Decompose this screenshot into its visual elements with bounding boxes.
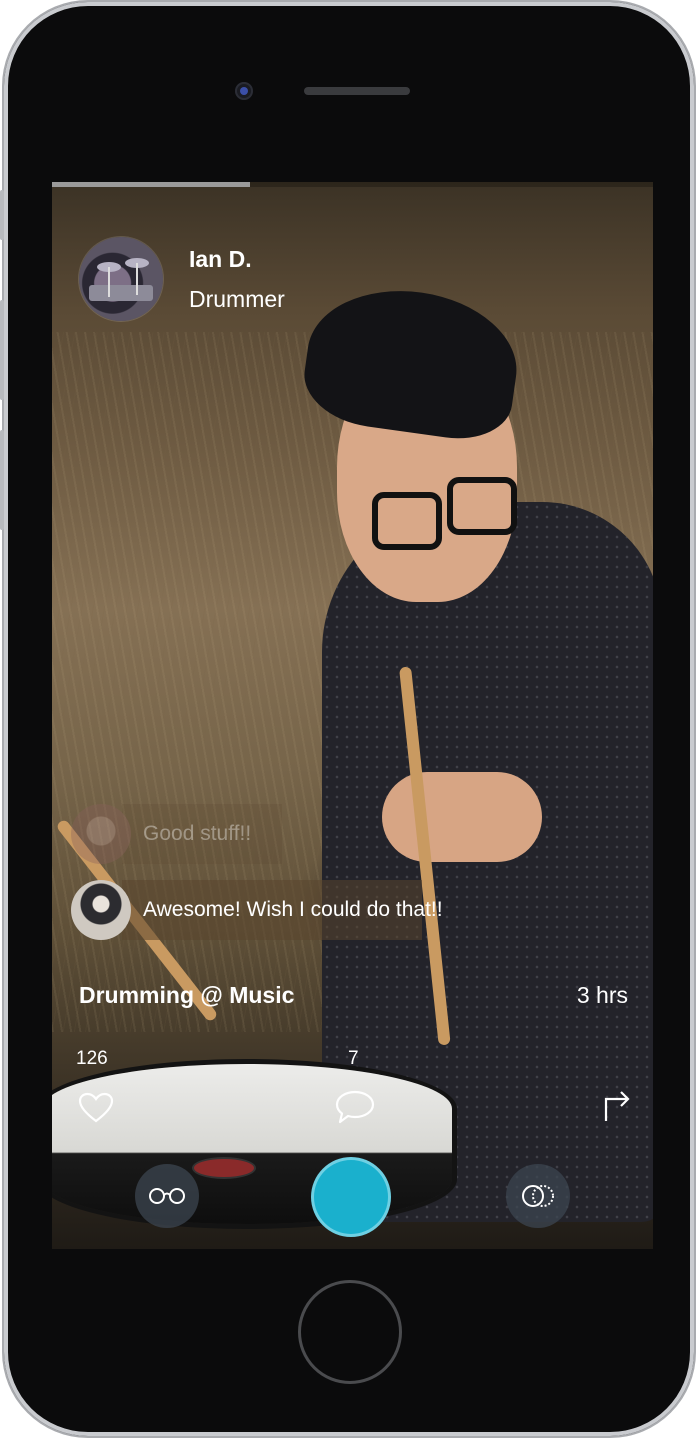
story-progress-track [52,182,653,187]
story-progress-fill [52,182,251,187]
volume-up-button [0,300,4,400]
earpiece-speaker [304,87,410,95]
share-arrow-icon [604,1091,630,1121]
author-subtitle: Drummer [189,286,285,312]
comment-item: Good stuff!! [52,804,282,864]
home-button[interactable] [298,1280,402,1384]
front-camera [235,82,253,100]
user-avatar[interactable] [71,804,131,864]
comment-text: Good stuff!! [143,822,252,845]
post-title: Drumming @ Music [79,982,295,1008]
volume-down-button [0,430,4,530]
photo-glasses [447,477,517,535]
glasses-button[interactable] [135,1164,199,1228]
speech-bubble-icon [335,1090,375,1124]
share-button[interactable] [600,1088,634,1124]
comment-text: Awesome! Wish I could do that!! [143,898,443,921]
comments-count: 7 [348,1048,359,1069]
author-name[interactable]: Ian D. [189,246,252,273]
photo-hand [382,772,542,862]
likes-count: 126 [76,1048,108,1069]
photo-drum-logo [192,1157,256,1179]
record-button[interactable] [311,1157,391,1237]
drum-kit-avatar [89,258,153,301]
photo-snare-drum [52,1064,452,1224]
photo-glasses [372,492,442,550]
side-button [0,190,4,240]
user-avatar[interactable] [71,880,131,940]
post-time: 3 hrs [576,982,628,1008]
comment-item: Awesome! Wish I could do that!! [52,880,443,940]
heart-icon [78,1092,114,1123]
overlap-button[interactable] [506,1164,570,1228]
like-button[interactable] [76,1090,116,1126]
glasses-icon [149,1188,185,1204]
comment-button[interactable] [333,1088,377,1126]
story-screen[interactable]: Ian D. Drummer Good stuff!! Awesome! Wis… [52,182,653,1249]
overlapping-circles-icon [522,1185,554,1207]
author-avatar[interactable] [79,237,163,321]
